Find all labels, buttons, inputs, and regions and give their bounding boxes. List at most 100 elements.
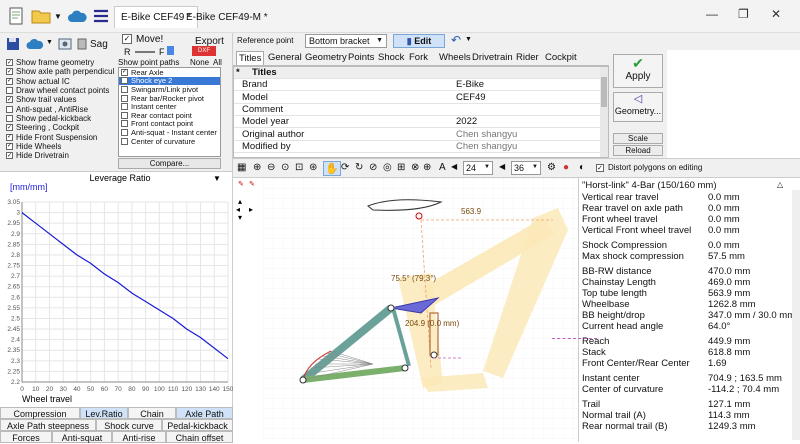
point-path-item[interactable]: Instant center: [119, 102, 220, 111]
point-path-item[interactable]: Swingarm/Link pivot: [119, 85, 220, 94]
tab-general[interactable]: General: [268, 51, 302, 65]
zoom-prev-icon[interactable]: ⊛: [309, 162, 317, 173]
apply-button[interactable]: ✔ Apply: [613, 54, 663, 88]
tab-shock[interactable]: Shock: [378, 51, 404, 65]
view-option-checkbox[interactable]: ✓ Hide Front Suspension: [6, 132, 116, 142]
target-icon[interactable]: ⊗: [411, 162, 419, 173]
checkbox-box[interactable]: [6, 87, 13, 95]
sag-label[interactable]: Sag: [90, 39, 108, 50]
view-option-checkbox[interactable]: Draw wheel contact points: [6, 86, 116, 95]
zoom-fit-icon[interactable]: ⊙: [281, 162, 289, 173]
open-folder-icon[interactable]: [30, 5, 52, 27]
checkbox-box[interactable]: ✓: [6, 152, 13, 160]
grid-row[interactable]: Original author Chen shangyu: [234, 129, 602, 141]
checkbox-box[interactable]: ✓: [6, 68, 13, 76]
grid-row-value[interactable]: 2022: [456, 116, 477, 127]
checkbox-box[interactable]: ✓: [6, 96, 13, 104]
font-size-select[interactable]: 24 ▼: [463, 161, 493, 175]
checkbox-box[interactable]: [6, 114, 13, 122]
settings-icon[interactable]: ⚙: [547, 162, 556, 173]
tab-chain[interactable]: Chain: [128, 407, 176, 419]
tab-pedal-kickback[interactable]: Pedal-kickback: [162, 419, 233, 431]
tab-points[interactable]: Points: [348, 51, 374, 65]
point-path-item[interactable]: Front contact point: [119, 119, 220, 128]
grid-icon[interactable]: ▦: [237, 162, 246, 173]
checkbox-box[interactable]: ✓: [6, 77, 13, 85]
checkbox-box[interactable]: [121, 111, 128, 119]
measure-icon[interactable]: ⊘: [369, 162, 377, 173]
grid-section-header[interactable]: * Titles: [234, 67, 602, 80]
view-option-checkbox[interactable]: ✓ Show trail values: [6, 95, 116, 104]
drawing-canvas[interactable]: ✎ ✎ ▴ ◂ ▸ ▾ 563.9 75.5° (79.3°) 204.9 (0…: [233, 178, 578, 442]
view-option-checkbox[interactable]: ✓ Hide Drivetrain: [6, 151, 116, 160]
tab-cockpit[interactable]: Cockpit: [545, 51, 577, 65]
reference-point-select[interactable]: Bottom bracket ▼: [305, 34, 387, 48]
grid-row[interactable]: Brand E-Bike: [234, 79, 602, 92]
checkbox-box[interactable]: ✓: [6, 124, 13, 132]
collapse-icon[interactable]: △: [777, 180, 783, 189]
size-left-icon[interactable]: ◀: [499, 162, 505, 171]
distort-polygons-checkbox[interactable]: ✓: [596, 164, 604, 172]
tab-axle-path-steepness[interactable]: Axle Path steepness: [0, 419, 96, 431]
tab-compression[interactable]: Compression: [0, 407, 80, 419]
sag-icon[interactable]: [76, 37, 88, 53]
checkbox-box[interactable]: [121, 77, 128, 85]
rocker-pivot[interactable]: [387, 304, 395, 312]
view-option-checkbox[interactable]: Show pedal-kickback: [6, 114, 116, 123]
cloud-upload-icon[interactable]: [26, 38, 44, 52]
grid-scrollbar[interactable]: [600, 67, 608, 157]
tab-axle-path[interactable]: Axle Path: [176, 407, 233, 419]
chevron-down-icon[interactable]: ▼: [54, 12, 62, 21]
dropdown-arrow-icon[interactable]: ▼: [46, 39, 53, 46]
pan-hand-icon[interactable]: ✋: [323, 161, 341, 176]
tab-ebike-cef49-m[interactable]: E-Bike CEF49-M *: [180, 6, 274, 28]
edit-button[interactable]: ▮ Edit: [393, 34, 445, 48]
view-option-checkbox[interactable]: ✓ Show axle path perpendicul: [6, 67, 116, 76]
checkbox-box[interactable]: [121, 137, 128, 145]
view-option-checkbox[interactable]: ✓ Show actual IC: [6, 77, 116, 86]
checkbox-box[interactable]: ✓: [6, 59, 13, 67]
compare-button[interactable]: Compare...: [118, 158, 221, 169]
grid-row[interactable]: Model CEF49: [234, 92, 602, 104]
point-path-item[interactable]: Anti-squat - Instant center: [119, 128, 220, 137]
grid-row-value[interactable]: Chen shangyu: [456, 141, 517, 152]
point-path-item[interactable]: Center of curvature: [119, 137, 220, 146]
checkbox-box[interactable]: ✓: [6, 133, 13, 141]
point-path-item[interactable]: ✓ Rear Axle: [119, 68, 220, 77]
cloud-icon[interactable]: [66, 5, 88, 27]
reload-button[interactable]: Reload: [613, 145, 663, 156]
rotate-icon[interactable]: ⟳: [341, 162, 349, 173]
tab-rider[interactable]: Rider: [516, 51, 539, 65]
tab-fork[interactable]: Fork: [409, 51, 428, 65]
screenshot-icon[interactable]: [58, 37, 72, 53]
all-button[interactable]: All: [213, 58, 222, 67]
view-option-checkbox[interactable]: ✓ Hide Wheels: [6, 142, 116, 151]
tab-shock-curve[interactable]: Shock curve: [96, 419, 162, 431]
font-size-left-icon[interactable]: ◀: [451, 162, 457, 171]
checkbox-box[interactable]: ✓: [121, 68, 128, 76]
undo-icon[interactable]: ↶: [451, 33, 461, 47]
view-option-checkbox[interactable]: ✓ Steering , Cockpit: [6, 123, 116, 132]
view-option-checkbox[interactable]: Anti-squat , AntiRise: [6, 104, 116, 114]
grid-row-value[interactable]: E-Bike: [456, 79, 484, 90]
scale-button[interactable]: Scale: [613, 133, 663, 144]
refresh-icon[interactable]: ↻: [355, 162, 363, 173]
checkbox-box[interactable]: [6, 105, 13, 113]
tab-wheels[interactable]: Wheels: [439, 51, 471, 65]
menu-icon[interactable]: [90, 5, 112, 27]
bb-pivot[interactable]: [401, 364, 409, 372]
view-option-checkbox[interactable]: ✓ Show frame geometry: [6, 58, 116, 67]
tab-forces[interactable]: Forces: [0, 431, 52, 443]
save-icon[interactable]: [6, 37, 20, 53]
minimize-icon[interactable]: —: [706, 7, 718, 21]
zoom-in-icon[interactable]: ⊕: [253, 162, 261, 173]
tab-lev-ratio[interactable]: Lev.Ratio: [80, 407, 128, 419]
f-slider-handle[interactable]: [167, 46, 174, 55]
undo-dropdown-icon[interactable]: ▼: [465, 36, 472, 43]
results-scrollbar[interactable]: [792, 190, 800, 440]
grid-row-value[interactable]: Chen shangyu: [456, 129, 517, 140]
grid-row-value[interactable]: CEF49: [456, 92, 486, 103]
new-file-icon[interactable]: [5, 5, 27, 27]
pin-icon[interactable]: ✎: [238, 181, 244, 188]
color-icon[interactable]: ●: [563, 162, 569, 173]
